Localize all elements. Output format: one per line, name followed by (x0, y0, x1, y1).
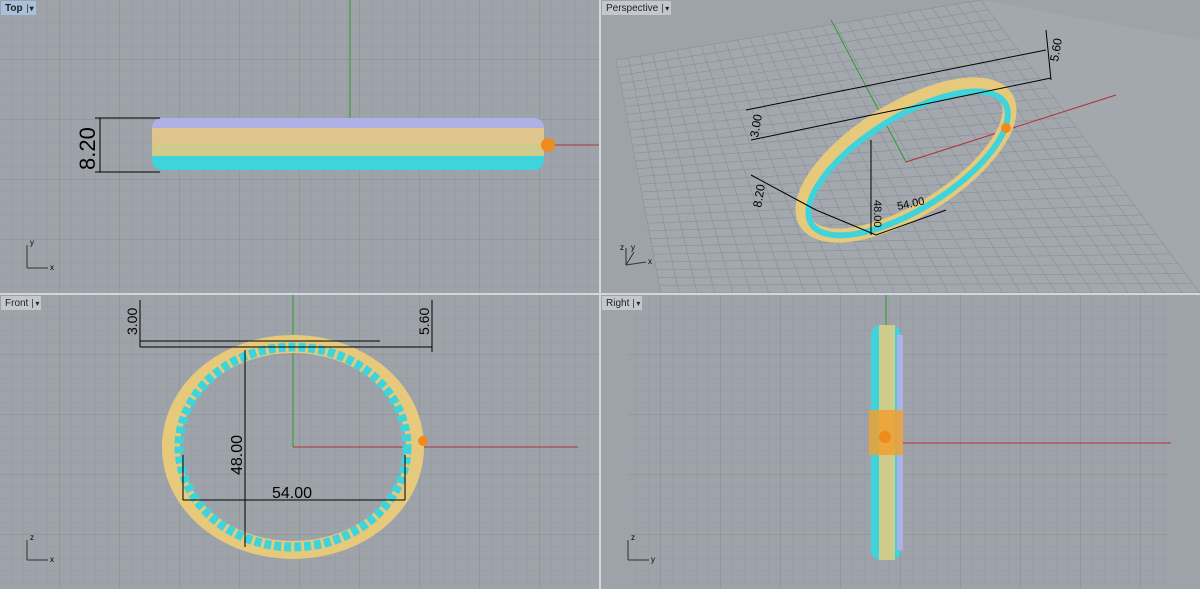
viewport-title: Top (5, 2, 23, 14)
axis-label: z (30, 533, 34, 542)
axis-label: x (50, 555, 54, 564)
viewport-title: Perspective (606, 2, 659, 14)
viewport-title: Right (606, 297, 630, 309)
viewport-title: Front (5, 297, 29, 309)
viewport-top[interactable]: Top ▾ 8.20 y x (0, 0, 599, 293)
right-canvas: z y (627, 295, 1171, 589)
drawing-element (879, 431, 891, 443)
dropdown-arrow-icon[interactable]: ▾ (633, 298, 640, 308)
dimension-text: 48.00 (871, 200, 883, 228)
drawing-element (418, 436, 428, 446)
drawing-element (1001, 123, 1011, 133)
axis-label: x (50, 263, 54, 272)
axis-label: y (651, 555, 655, 564)
axis-label: z (631, 533, 635, 542)
dimension-text: 54.00 (272, 485, 312, 502)
dimension-text: 48.00 (229, 435, 246, 475)
top-canvas: 8.20 y x (0, 0, 599, 293)
ring-right-view (869, 325, 903, 560)
viewport-label-front[interactable]: Front ▾ (1, 296, 42, 310)
viewport-label-right[interactable]: Right ▾ (602, 296, 643, 310)
dimension-text: 5.60 (416, 308, 432, 335)
axis-label: y (631, 243, 635, 252)
dropdown-arrow-icon[interactable]: ▾ (662, 3, 669, 13)
drawing-element (152, 128, 544, 156)
dimension-text: 3.00 (124, 308, 140, 335)
drawing-element (625, 248, 647, 266)
axis-label: x (648, 257, 652, 266)
viewport-right[interactable]: Right ▾ z y (601, 295, 1200, 589)
perspective-canvas: 5.60 3.00 8.20 48.00 54.00 z y x (615, 0, 1200, 293)
viewport-label-top[interactable]: Top ▾ (1, 1, 36, 15)
drawing-element (625, 251, 635, 266)
viewport-label-perspective[interactable]: Perspective ▾ (602, 1, 672, 15)
dimension-text: 8.20 (75, 127, 100, 170)
ring-top-view (152, 118, 555, 170)
drawing-element (541, 138, 555, 152)
drawing-element (625, 261, 647, 266)
viewport-front[interactable]: Front ▾ 3.00 5.60 48.00 54.00 z x (0, 295, 599, 589)
dropdown-arrow-icon[interactable]: ▾ (26, 3, 34, 13)
front-canvas: 3.00 5.60 48.00 54.00 z x (0, 295, 599, 589)
axis-label: y (30, 238, 34, 247)
axis-label: z (620, 243, 624, 252)
dropdown-arrow-icon[interactable]: ▾ (32, 298, 39, 308)
viewport-perspective[interactable]: Perspective ▾ 5.60 3.00 8.20 48.00 54.00 … (601, 0, 1200, 293)
